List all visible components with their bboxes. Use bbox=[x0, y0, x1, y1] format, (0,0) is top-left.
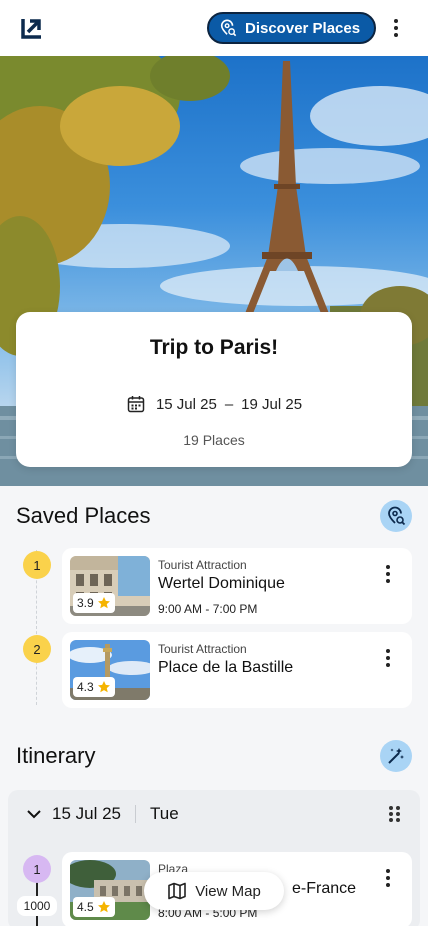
more-vertical-icon[interactable] bbox=[386, 16, 406, 40]
saved-places-discover-button[interactable] bbox=[380, 500, 412, 532]
rating-badge: 3.9 bbox=[73, 593, 115, 613]
place-hours: 9:00 AM - 7:00 PM bbox=[158, 602, 258, 616]
trip-places-count: 19 Places bbox=[183, 432, 245, 448]
place-name: e-France bbox=[292, 880, 357, 897]
top-bar: Discover Places bbox=[0, 0, 428, 56]
itinerary-day-date: 15 Jul 25 bbox=[52, 804, 121, 823]
star-icon bbox=[97, 901, 110, 913]
saved-place-card[interactable]: 3.9 Tourist Attraction Wertel Dominique … bbox=[62, 548, 412, 624]
map-icon bbox=[168, 882, 187, 900]
map-pin-search-icon bbox=[220, 19, 237, 37]
magic-wand-icon bbox=[388, 748, 404, 764]
itinerary-item-number: 1 bbox=[23, 855, 51, 883]
discover-places-label: Discover Places bbox=[245, 19, 361, 37]
place-thumbnail: 4.5 bbox=[70, 860, 150, 920]
saved-place-card[interactable]: 4.3 Tourist Attraction Place de la Basti… bbox=[62, 632, 412, 708]
place-thumbnail: 3.9 bbox=[70, 556, 150, 616]
place-category: Tourist Attraction bbox=[158, 558, 247, 572]
saved-place-number: 2 bbox=[23, 635, 51, 663]
divider bbox=[135, 805, 136, 823]
place-category: Tourist Attraction bbox=[158, 642, 247, 656]
star-icon bbox=[97, 597, 110, 609]
view-map-label: View Map bbox=[195, 882, 261, 900]
trip-end-date: 19 Jul 25 bbox=[241, 395, 303, 413]
trip-title: Trip to Paris! bbox=[149, 336, 279, 359]
more-vertical-icon[interactable] bbox=[378, 866, 398, 890]
rating-badge: 4.3 bbox=[73, 677, 115, 697]
share-arrow-icon[interactable] bbox=[20, 16, 44, 40]
saved-places-heading: Saved Places bbox=[16, 503, 151, 528]
itinerary-day-header[interactable]: 15 Jul 25 Tue bbox=[26, 804, 179, 824]
rating-badge: 4.5 bbox=[73, 897, 115, 917]
rating-value: 4.3 bbox=[77, 680, 94, 694]
chevron-down-icon bbox=[27, 810, 41, 819]
place-name: Wertel Dominique bbox=[158, 575, 285, 592]
map-pin-search-icon bbox=[388, 506, 406, 526]
trip-start-date: 15 Jul 25 bbox=[155, 395, 217, 413]
place-thumbnail: 4.3 bbox=[70, 640, 150, 700]
discover-places-button[interactable]: Discover Places bbox=[207, 12, 376, 44]
rating-value: 4.5 bbox=[77, 900, 94, 914]
view-map-button[interactable]: View Map bbox=[144, 872, 284, 910]
saved-place-number: 1 bbox=[23, 551, 51, 579]
distance-label: 1000 bbox=[17, 896, 57, 916]
more-vertical-icon[interactable] bbox=[378, 562, 398, 586]
drag-handle-icon[interactable] bbox=[389, 806, 400, 822]
date-separator: – bbox=[224, 395, 234, 413]
trip-summary-card[interactable]: Trip to Paris! 15 Jul 25 – 19 Jul 25 19 … bbox=[16, 312, 412, 467]
more-vertical-icon[interactable] bbox=[378, 646, 398, 670]
itinerary-day-weekday: Tue bbox=[150, 804, 179, 823]
rating-value: 3.9 bbox=[77, 596, 94, 610]
calendar-icon bbox=[127, 396, 145, 413]
itinerary-magic-button[interactable] bbox=[380, 740, 412, 772]
place-name: Place de la Bastille bbox=[158, 659, 294, 676]
itinerary-heading: Itinerary bbox=[16, 743, 96, 768]
trip-dates[interactable]: 15 Jul 25 – 19 Jul 25 bbox=[16, 394, 412, 414]
star-icon bbox=[97, 681, 110, 693]
